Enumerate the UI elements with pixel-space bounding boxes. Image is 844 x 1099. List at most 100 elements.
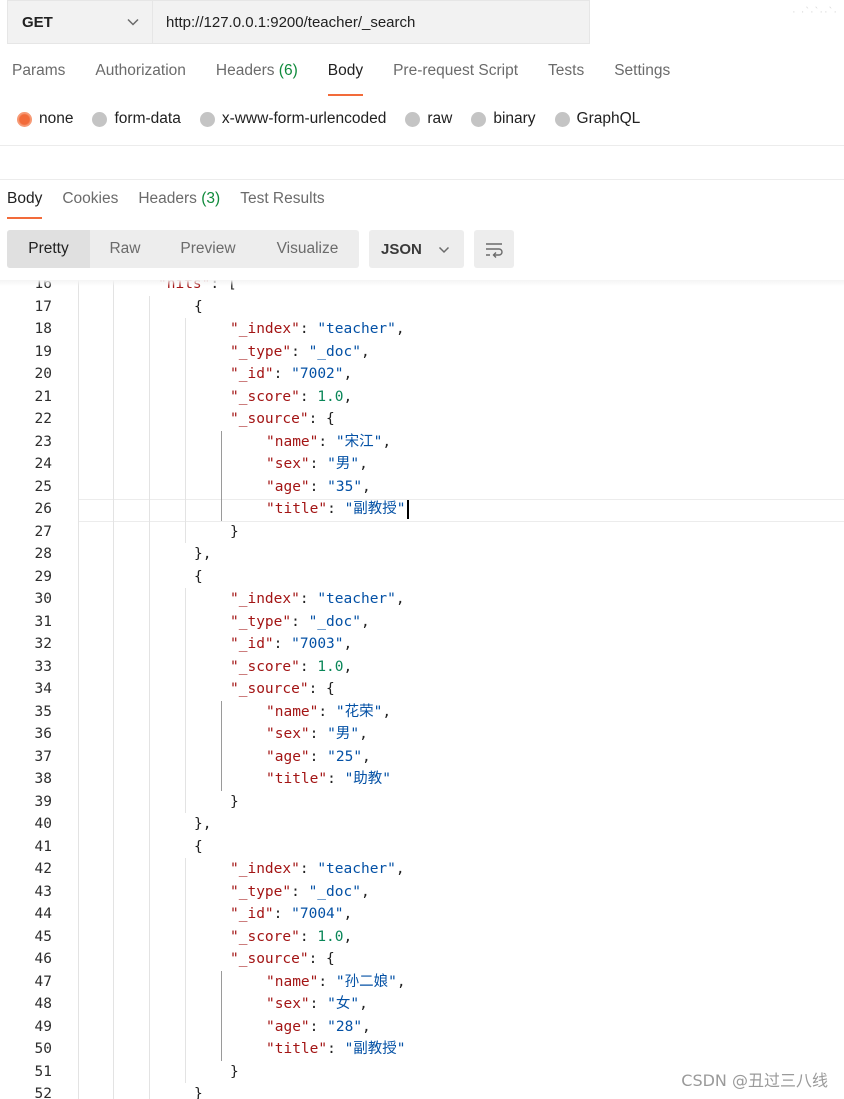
response-tab-cookies[interactable]: Cookies [62,190,118,219]
json-string: "28" [327,1018,363,1035]
tab-settings[interactable]: Settings [614,62,670,96]
json-punct: , [362,478,371,495]
indent-guide [78,925,79,948]
indent-guide [113,948,114,971]
response-tab-body[interactable]: Body [7,190,43,219]
tab-authorization[interactable]: Authorization [95,62,185,96]
response-headers-count: (3) [201,190,221,207]
json-punct: , [382,433,392,450]
indent-guide [185,588,186,611]
indent-guide [78,723,79,746]
indent-guide [221,1015,222,1038]
line-number: 28 [34,546,52,562]
method-select[interactable]: GET [7,0,152,44]
response-tab-test-results[interactable]: Test Results [240,190,324,219]
response-tab-headers[interactable]: Headers (3) [138,190,220,219]
radio-graphql[interactable]: GraphQL [554,110,640,128]
json-key: "_id" [230,366,274,382]
radio-none[interactable]: none [17,110,73,128]
code-line: 24 "sex": "男", [0,453,844,476]
tab-pre-request-script[interactable]: Pre-request Script [393,62,518,96]
json-punct: : [309,748,328,765]
indent-guide [149,588,150,611]
indent-guide [149,565,150,588]
json-key: "name" [266,703,319,720]
code-line: 25 "age": "35", [0,475,844,499]
line-number: 39 [34,793,52,810]
code-text: "age": "35", [266,476,371,499]
indent-guide [113,903,114,926]
view-visualize-button[interactable]: Visualize [256,230,359,268]
tab-label: Settings [614,62,671,79]
code-text: "sex": "男", [266,723,368,746]
indent-guide [221,453,222,476]
indent-guide [149,700,150,723]
indent-guide [78,543,79,566]
indent-guide [113,880,114,903]
indent-guide [78,813,79,836]
tab-body[interactable]: Body [327,62,364,96]
radio-dot [199,111,215,127]
indent-guide [185,475,186,498]
radio-label: x-www-form-urlencoded [221,110,387,127]
indent-guide [185,498,186,521]
code-text: "_score": 1.0, [230,926,352,949]
radio-form-data[interactable]: form-data [92,110,181,128]
json-punct: , [343,906,353,922]
json-punct: , [360,613,370,630]
indent-guide [149,1060,150,1083]
view-pretty-button[interactable]: Pretty [7,230,90,268]
json-key: "title" [266,771,328,787]
line-number: 23 [34,433,52,450]
indent-guide [78,835,79,858]
code-line: 41 { [0,835,844,858]
indent-guide [113,768,114,791]
code-line: 26 "title": "副教授" [0,498,844,521]
indent-guide [113,790,114,813]
radio-dot [17,111,32,127]
tab-label: Params [12,62,66,79]
line-number: 26 [34,501,52,517]
line-number: 51 [34,1063,52,1080]
indent-guide [78,385,79,408]
code-text: "_id": "7003", [230,633,352,656]
wrap-lines-button[interactable] [474,230,514,268]
line-number: 49 [34,1018,52,1035]
tab-tests[interactable]: Tests [548,62,584,96]
chevron-down-icon [127,18,139,26]
indent-guide [78,588,79,611]
json-key: "age" [266,1018,310,1035]
indent-guide [113,723,114,746]
method-label: GET [22,13,53,31]
line-number: 21 [34,388,52,405]
radio-x-www-form-urlencoded[interactable]: x-www-form-urlencoded [199,110,387,128]
json-key: "sex" [266,996,310,1012]
line-number: 17 [34,298,52,315]
indent-guide [149,520,150,543]
radio-label: binary [493,110,536,127]
indent-guide [113,925,114,948]
indent-guide [78,363,79,386]
json-punct: , [362,748,371,765]
indent-guide [78,318,79,341]
tab-params[interactable]: Params [12,62,65,96]
tab-headers[interactable]: Headers (6) [216,62,298,96]
json-punct: : [299,928,318,945]
indent-guide [221,993,222,1016]
indent-guide [185,1015,186,1038]
indent-guide [149,835,150,858]
view-raw-button[interactable]: Raw [90,230,160,268]
url-input[interactable]: http://127.0.0.1:9200/teacher/_search [152,0,590,44]
view-preview-button[interactable]: Preview [160,230,256,268]
json-string: "宋江" [335,433,383,450]
code-text: "_source": { [230,948,335,971]
format-select[interactable]: JSON [369,230,464,268]
code-line: 42 "_index": "teacher", [0,858,844,881]
request-url-bar: GET http://127.0.0.1:9200/teacher/_searc… [7,0,844,44]
radio-raw[interactable]: raw [405,110,452,128]
indent-guide [78,948,79,971]
json-punct: , [343,928,353,945]
code-text: "_source": { [230,678,335,701]
response-code-editor[interactable]: 16 "hits": [17{18 "_index": "teacher", 19 "_… [0,280,844,1099]
radio-binary[interactable]: binary [471,110,536,128]
